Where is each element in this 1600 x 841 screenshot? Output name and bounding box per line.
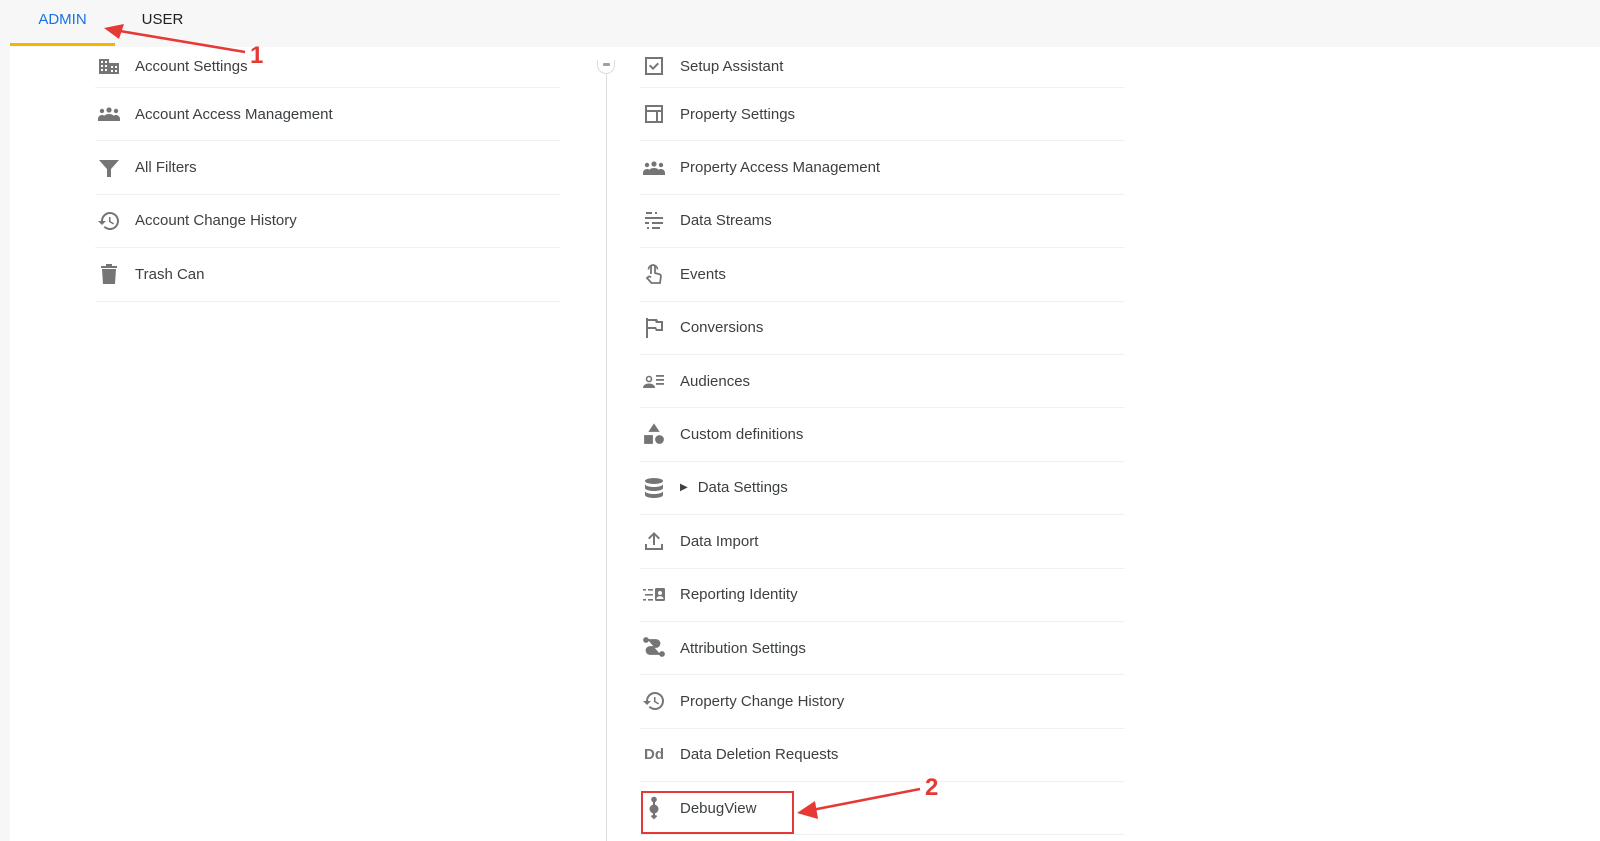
menu-item-label: Reporting Identity [680, 586, 798, 604]
flag-icon [640, 316, 668, 340]
menu-item-label: Data Import [680, 532, 759, 550]
menu-item-audiences[interactable]: Audiences [640, 355, 1125, 409]
menu-item-label: Property Settings [680, 105, 796, 123]
menu-item-label: Account Change History [135, 212, 297, 230]
menu-item-label: Data Deletion Requests [680, 746, 839, 764]
people-icon [640, 156, 668, 180]
menu-item-custom-definitions[interactable]: Custom definitions [640, 408, 1125, 462]
tab-user[interactable]: USER [125, 0, 200, 47]
menu-item-account-change-history[interactable]: Account Change History [95, 195, 560, 249]
menu-item-label: Property Change History [680, 692, 845, 710]
audience-icon [640, 369, 668, 393]
menu-item-property-change-history[interactable]: Property Change History [640, 675, 1125, 729]
checkbox-icon [640, 54, 668, 78]
debugview-highlight-box [641, 791, 794, 834]
tab-admin[interactable]: ADMIN [10, 0, 115, 47]
deletion-icon: Dd [644, 746, 664, 764]
shapes-icon [640, 422, 668, 447]
menu-item-label: Trash Can [135, 265, 205, 283]
menu-item-label: All Filters [135, 159, 197, 177]
admin-header-bar [0, 0, 1600, 47]
menu-item-label: Data Streams [680, 212, 772, 230]
menu-item-label: Conversions [680, 319, 764, 337]
menu-item-label: Setup Assistant [680, 57, 784, 75]
touch-icon [640, 262, 668, 286]
menu-item-label: Attribution Settings [680, 639, 806, 657]
filter-icon [95, 156, 123, 180]
account-column: Account Settings Account Access Manageme… [95, 47, 560, 302]
menu-item-label: Events [680, 265, 726, 283]
menu-item-attribution-settings[interactable]: Attribution Settings [640, 622, 1125, 676]
menu-item-conversions[interactable]: Conversions [640, 302, 1125, 355]
menu-item-data-deletion-requests[interactable]: Dd Data Deletion Requests [640, 729, 1125, 783]
database-icon [640, 476, 668, 500]
identity-icon [640, 583, 668, 607]
menu-item-account-settings[interactable]: Account Settings [95, 41, 560, 88]
menu-item-account-access-management[interactable]: Account Access Management [95, 88, 560, 142]
menu-item-label: Data Settings [697, 479, 788, 497]
history-icon [640, 689, 668, 713]
menu-item-reporting-identity[interactable]: Reporting Identity [640, 569, 1125, 622]
attribution-icon [640, 636, 668, 660]
menu-item-events[interactable]: Events [640, 248, 1125, 302]
menu-item-data-settings[interactable]: ▶ Data Settings [640, 462, 1125, 516]
menu-item-label: Property Access Management [680, 159, 881, 177]
property-column: Setup Assistant Property Settings Proper… [640, 47, 1125, 836]
history-icon [95, 209, 123, 233]
building-icon [95, 54, 123, 78]
menu-item-label: Audiences [680, 372, 751, 390]
people-icon [95, 102, 123, 126]
menu-item-data-import[interactable]: Data Import [640, 515, 1125, 569]
menu-item-property-settings[interactable]: Property Settings [640, 88, 1125, 142]
menu-item-property-access-management[interactable]: Property Access Management [640, 141, 1125, 195]
upload-icon [640, 529, 668, 553]
streams-icon [640, 209, 668, 233]
column-divider [606, 72, 607, 841]
annotation-step-2: 2 [925, 774, 939, 801]
menu-item-setup-assistant[interactable]: Setup Assistant [640, 41, 1125, 88]
menu-item-label: Account Settings [135, 57, 248, 75]
expand-caret-icon[interactable]: ▶ [680, 482, 688, 493]
layout-icon [640, 102, 668, 126]
left-gutter [0, 47, 10, 841]
annotation-step-1: 1 [250, 42, 264, 69]
menu-item-trash-can[interactable]: Trash Can [95, 248, 560, 302]
trash-icon [95, 262, 123, 286]
menu-item-data-streams[interactable]: Data Streams [640, 195, 1125, 249]
menu-item-label: Account Access Management [135, 105, 333, 123]
menu-item-label: Custom definitions [680, 426, 804, 444]
menu-item-all-filters[interactable]: All Filters [95, 141, 560, 195]
column-collapse-handle[interactable] [597, 60, 615, 74]
